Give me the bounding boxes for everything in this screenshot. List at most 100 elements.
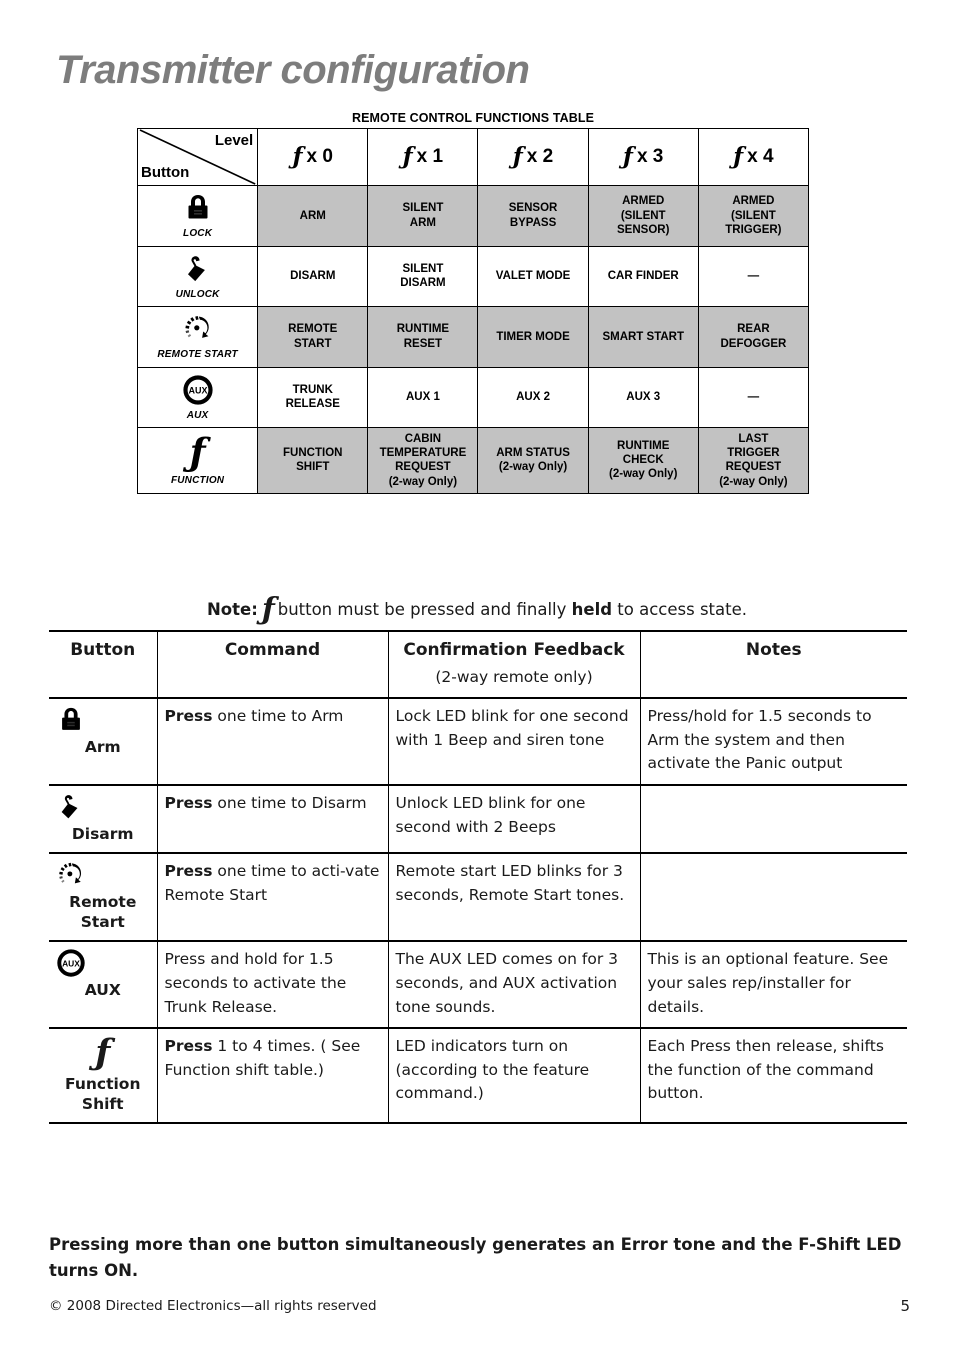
padlock-open-icon <box>61 795 78 819</box>
command-notes-cell <box>639 852 907 943</box>
row-button-label-cell: UNLOCK <box>136 245 259 307</box>
svg-text:AUX: AUX <box>62 959 80 969</box>
function-f-icon: ƒ <box>261 592 275 627</box>
functions-header-row: Level Button ƒx 0 ƒx 1 ƒx 2 ƒx 3 ƒ x 4 <box>136 128 810 186</box>
function-cell-r3-c4: — <box>697 366 810 428</box>
function-f-icon: ƒ <box>512 143 523 171</box>
function-cell-r1-c3: CAR FINDER <box>587 245 699 307</box>
padlock-open-icon <box>187 255 205 281</box>
function-cell-r2-c0: REMOTE START <box>257 306 369 368</box>
padlock-closed-icon <box>62 708 80 731</box>
level-header-4-label: x 4 <box>747 146 774 168</box>
command-button-label: Function Shift <box>65 1074 141 1113</box>
command-button-cell: Remote Start <box>49 852 158 943</box>
aux-circle-icon: AUX <box>182 374 213 405</box>
header-notes: Notes <box>639 629 907 700</box>
document-page: Transmitter configuration REMOTE CONTROL… <box>0 0 954 1359</box>
function-f-icon: ƒ <box>623 143 633 171</box>
header-command: Command <box>156 629 389 700</box>
row-button-label-cell: ƒ FUNCTION <box>136 427 259 494</box>
function-f-icon: ƒ <box>733 143 744 171</box>
function-cell-r4-c2: ARM STATUS (2-way Only) <box>477 427 589 494</box>
function-cell-r2-c3: SMART START <box>587 306 699 368</box>
note-suffix: to access state. <box>617 600 747 619</box>
command-button-label: Remote Start <box>69 893 137 932</box>
function-cell-r1-c0: DISARM <box>257 245 369 307</box>
row-icon-caption: UNLOCK <box>175 288 220 300</box>
level-header-2: ƒx 2 <box>477 128 589 186</box>
function-cell-r2-c1: RUNTIME RESET <box>367 306 479 368</box>
level-header-1: ƒx 1 <box>367 128 479 186</box>
function-cell-r4-c3: RUNTIME CHECK (2-way Only) <box>587 427 699 494</box>
level-header-0-label: x 0 <box>306 146 333 168</box>
command-row-disarm: Disarm Press one time to Disarm Unlock LED… <box>49 784 907 855</box>
command-feedback-cell: Unlock LED blink for one second with 2 B… <box>387 784 641 855</box>
corner-level-label: Level <box>214 132 254 149</box>
functions-table-body: LOCK ARM SILENT ARM SENSOR BYPASS ARMED (SILENT… <box>136 185 810 494</box>
function-cell-r0-c1: SILENT ARM <box>367 185 479 247</box>
page-number: 5 <box>900 1297 910 1315</box>
command-description-cell: Press and hold for 1.5 seconds to activa… <box>156 940 389 1030</box>
level-header-2-label: x 2 <box>526 146 554 168</box>
command-button-label: AUX <box>84 981 121 1000</box>
command-button-cell: ƒ Function Shift <box>49 1027 158 1124</box>
level-header-3-label: x 3 <box>636 146 664 168</box>
level-header-1-label: x 1 <box>416 146 444 168</box>
functions-row-lock: LOCK ARM SILENT ARM SENSOR BYPASS ARMED (SILENT… <box>136 185 810 247</box>
functions-row-aux: AUX AUX TRUNK RELEASE AUX 1 AUX 2 AUX 3— <box>136 366 810 428</box>
function-f-icon: ƒ <box>402 143 413 171</box>
row-icon-caption: LOCK <box>183 228 213 239</box>
function-cell-r1-c1: SILENT DISARM <box>367 245 479 307</box>
note-middle: button must be pressed and finally <box>277 600 567 619</box>
command-row-arm: Arm Press one time to Arm Lock LED blink f… <box>49 697 907 787</box>
function-cell-r2-c4: REAR DEFOGGER <box>697 306 810 368</box>
function-cell-r0-c0: ARM <box>257 185 369 247</box>
function-cell-r0-c3: ARMED (SILENT SENSOR) <box>587 185 699 247</box>
command-row-function-shift: ƒ Function Shift Press 1 to 4 times. ( See … <box>49 1027 907 1124</box>
function-cell-r4-c0: FUNCTION SHIFT <box>257 427 369 494</box>
function-f-icon: ƒ <box>292 143 303 171</box>
row-button-label-cell: AUX AUX <box>136 366 259 428</box>
command-button-label: Arm <box>84 738 121 757</box>
command-notes-cell: Each Press then release, shifts the func… <box>639 1027 907 1124</box>
level-header-3: ƒx 3 <box>587 128 699 186</box>
command-description-cell: Press one time to Arm <box>156 697 389 787</box>
command-button-cell: Arm <box>49 697 158 787</box>
command-description-cell: Press 1 to 4 times. ( See Function shift… <box>156 1027 389 1124</box>
function-cell-r4-c4: LAST TRIGGER REQUEST (2-way Only) <box>697 427 810 494</box>
note-bold-word: held <box>571 600 613 619</box>
function-cell-r3-c0: TRUNK RELEASE <box>257 366 369 428</box>
function-cell-r4-c1: CABIN TEMPERATURE REQUEST (2-way Only) <box>367 427 479 494</box>
note-prefix: Note: <box>206 600 258 619</box>
function-cell-r3-c2: AUX 2 <box>477 366 589 428</box>
function-cell-r1-c2: VALET MODE <box>477 245 589 307</box>
commands-header-row: Button Command Confirmation Feedback (2-… <box>49 629 907 700</box>
remote-control-functions-table: Level Button ƒx 0 ƒx 1 ƒx 2 ƒx 3 ƒ x 4 L… <box>136 128 810 494</box>
padlock-closed-icon <box>188 195 208 219</box>
command-description-cell: Press one time to Disarm <box>156 784 389 855</box>
row-button-label-cell: REMOTE START <box>136 306 259 368</box>
row-icon-caption: AUX <box>186 409 209 421</box>
command-feedback-cell: The AUX LED comes on for 3 seconds, and … <box>387 940 641 1030</box>
function-cell-r3-c1: AUX 1 <box>367 366 479 428</box>
row-icon-caption: FUNCTION <box>170 475 225 486</box>
svg-text:AUX: AUX <box>188 385 207 395</box>
row-icon-caption: REMOTE START <box>157 349 238 360</box>
warning-text: Pressing more than one button simultaneo… <box>49 1235 902 1280</box>
command-button-label: Disarm <box>71 825 134 844</box>
function-f-icon: ƒ <box>189 430 206 474</box>
commands-table: Button Command Confirmation Feedback (2-… <box>49 629 907 1124</box>
command-feedback-cell: LED indicators turn on (according to the… <box>387 1027 641 1124</box>
level-header-4: ƒx 4 <box>697 128 810 186</box>
header-corner-cell: Level Button <box>136 128 259 186</box>
level-header-0: ƒx 0 <box>257 128 369 186</box>
function-cell-r0-c4: ARMED (SILENT TRIGGER) <box>697 185 810 247</box>
aux-circle-icon: AUX <box>57 949 85 978</box>
header-button: Button <box>49 629 158 700</box>
command-feedback-cell: Lock LED blink for one second with 1 Bee… <box>387 697 641 787</box>
function-cell-r2-c2: TIMER MODE <box>477 306 589 368</box>
command-notes-cell: Press/hold for 1.5 seconds to Arm the sy… <box>639 697 907 787</box>
function-f-icon: ƒ <box>95 1032 111 1074</box>
command-notes-cell <box>639 784 907 855</box>
functions-row-unlock: UNLOCK DISARM SILENT DISARM VALET MODE CAR FI… <box>136 245 810 307</box>
